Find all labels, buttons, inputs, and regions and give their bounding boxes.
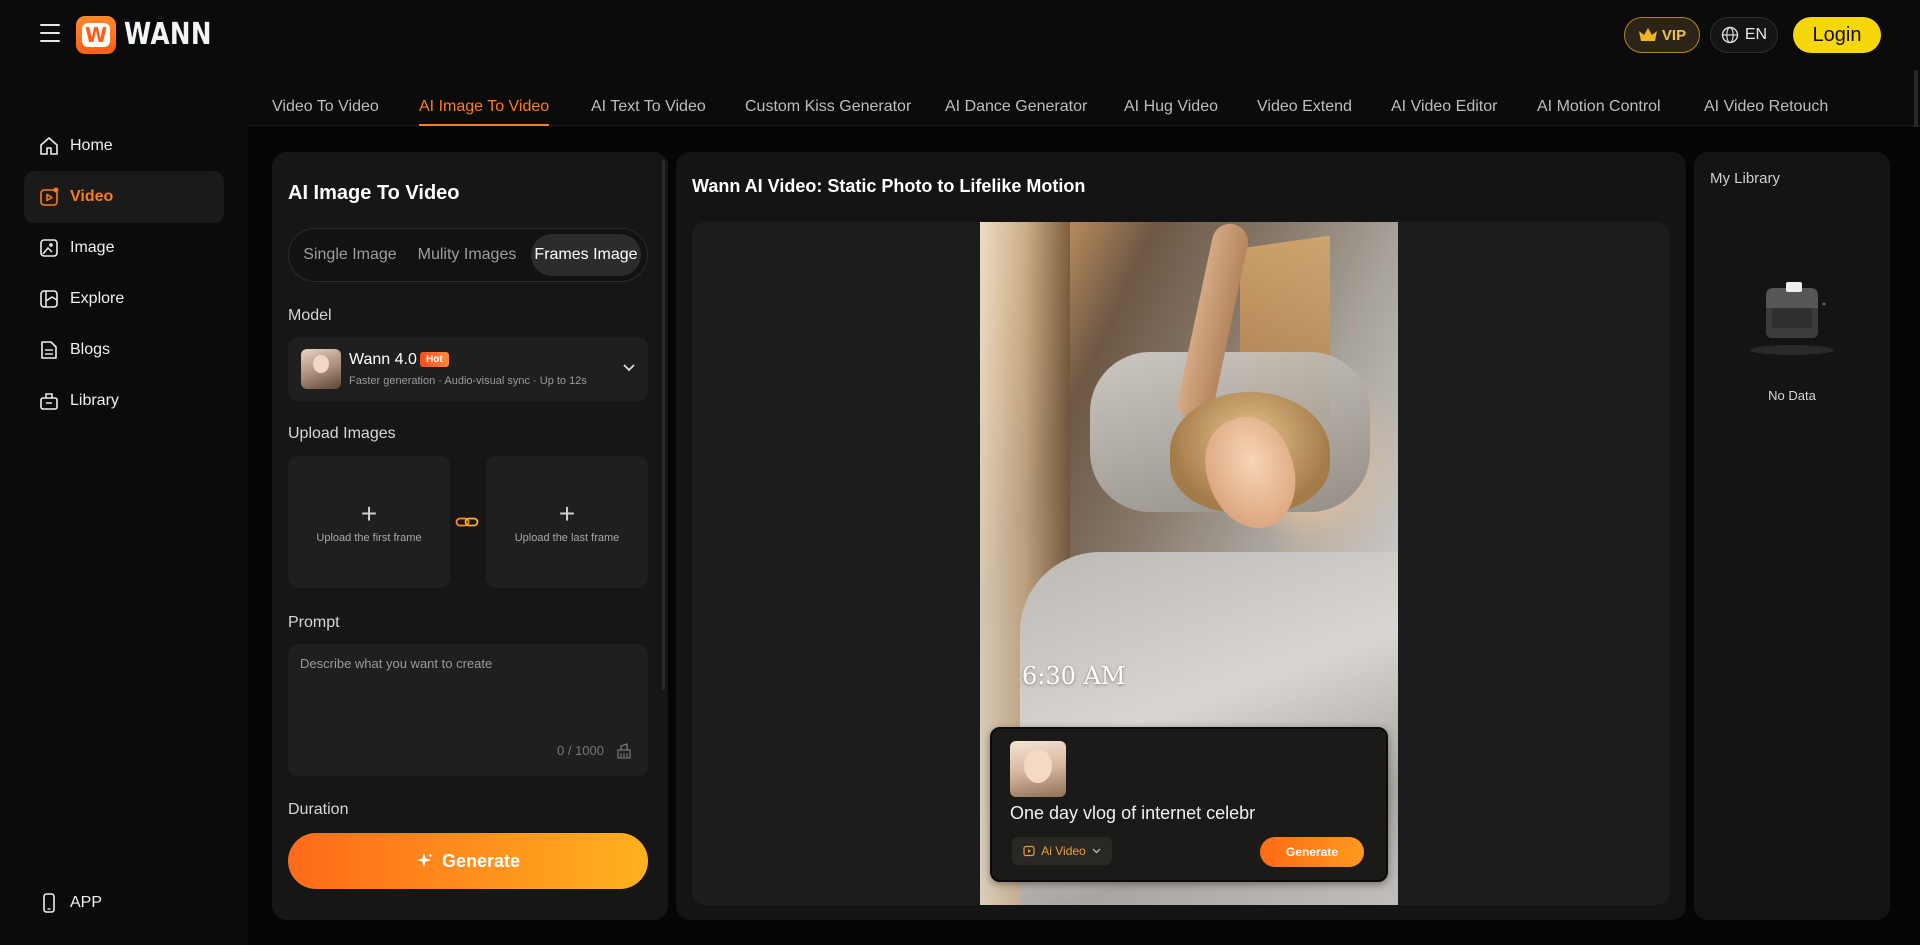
chevron-down-icon <box>623 364 635 372</box>
language-label: EN <box>1744 26 1768 43</box>
mode-single-image[interactable]: Single Image <box>295 234 405 276</box>
vip-label: VIP <box>1661 26 1687 44</box>
crown-icon <box>1638 28 1657 41</box>
preview-title: Wann AI Video: Static Photo to Lifelike … <box>692 176 1086 196</box>
page-scrollbar[interactable] <box>1914 70 1918 130</box>
home-icon <box>40 137 58 155</box>
library-title: My Library <box>1710 170 1781 187</box>
upload-first-text: Upload the first frame <box>316 532 422 544</box>
panel-scrollbar[interactable] <box>662 160 665 690</box>
video-icon <box>40 187 59 206</box>
swap-icon[interactable] <box>455 514 479 530</box>
tab-bar: Video To Video AI Image To Video AI Text… <box>248 70 1920 126</box>
language-button[interactable]: EN <box>1710 17 1778 53</box>
plus-icon: + <box>558 498 576 529</box>
video-icon <box>1023 845 1035 857</box>
tab-ai-video-editor[interactable]: AI Video Editor <box>1391 98 1497 116</box>
overlay-pill-label: Ai Video <box>1041 844 1086 858</box>
tab-ai-hug-video[interactable]: AI Hug Video <box>1124 98 1218 116</box>
vip-button[interactable]: VIP <box>1624 17 1700 53</box>
tab-ai-motion-control[interactable]: AI Motion Control <box>1537 98 1661 116</box>
chevron-down-icon <box>1092 848 1101 854</box>
upload-first-frame[interactable]: + Upload the first frame <box>288 456 450 588</box>
tab-custom-kiss-generator[interactable]: Custom Kiss Generator <box>745 98 911 116</box>
sidebar-item-home[interactable]: Home <box>24 120 224 172</box>
hot-badge: Hot <box>420 352 449 367</box>
sparkle-icon <box>416 853 433 867</box>
tab-video-to-video[interactable]: Video To Video <box>272 98 379 116</box>
model-select[interactable]: Wann 4.0 Hot Faster generation · Audio-v… <box>288 337 648 401</box>
logo-icon[interactable]: W <box>76 16 116 54</box>
sidebar-item-label: Blogs <box>70 341 111 358</box>
phone-icon <box>43 893 55 913</box>
generator-panel: AI Image To Video Single Image Mulity Im… <box>272 152 668 920</box>
sidebar: Home Video Image Explore Blogs Library A… <box>0 70 248 945</box>
clear-icon[interactable] <box>616 742 632 760</box>
tab-video-extend[interactable]: Video Extend <box>1257 98 1352 116</box>
sidebar-item-library[interactable]: Library <box>24 375 224 427</box>
sidebar-item-label: Home <box>70 137 113 154</box>
generate-button[interactable]: Generate <box>288 833 648 889</box>
tab-ai-image-to-video[interactable]: AI Image To Video <box>419 98 550 126</box>
sidebar-item-image[interactable]: Image <box>24 222 224 274</box>
prompt-container: 0 / 1000 <box>288 644 648 776</box>
sidebar-item-label: Library <box>70 392 119 409</box>
blogs-icon <box>41 341 57 359</box>
menu-icon[interactable] <box>40 24 60 44</box>
prompt-label: Prompt <box>288 614 340 631</box>
model-description: Faster generation · Audio-visual sync · … <box>349 375 587 387</box>
generate-label: Generate <box>441 850 521 871</box>
char-count: 0 / 1000 <box>557 743 604 758</box>
overlay-avatar <box>1010 741 1066 797</box>
preview-image: 6:30 AM One day vlog of internet celebr … <box>980 222 1398 905</box>
upload-last-frame[interactable]: + Upload the last frame <box>486 456 648 588</box>
model-thumbnail <box>301 349 341 389</box>
upload-last-text: Upload the last frame <box>514 532 620 544</box>
top-bar: W WANN VIP EN Login <box>0 0 1920 70</box>
duration-label: Duration <box>288 801 349 818</box>
overlay-ai-video-pill: Ai Video <box>1012 837 1112 865</box>
preview-panel: Wann AI Video: Static Photo to Lifelike … <box>676 152 1686 920</box>
sidebar-item-label: Image <box>70 239 115 256</box>
plus-icon: + <box>360 498 378 529</box>
library-panel: My Library No Data <box>1694 152 1890 920</box>
tab-ai-text-to-video[interactable]: AI Text To Video <box>591 98 706 116</box>
globe-icon <box>1721 26 1739 44</box>
brand-name[interactable]: WANN <box>124 17 212 52</box>
upload-label: Upload Images <box>288 425 396 442</box>
panel-title: AI Image To Video <box>288 182 460 204</box>
mode-selector: Single Image Mulity Images Frames Image <box>288 228 648 282</box>
explore-icon <box>40 290 58 308</box>
tab-ai-video-retouch[interactable]: AI Video Retouch <box>1704 98 1828 116</box>
image-icon <box>40 239 58 257</box>
logo-letter: W <box>82 23 110 47</box>
sidebar-item-label: APP <box>70 894 103 911</box>
overlay-text: One day vlog of internet celebr <box>1010 803 1256 823</box>
prompt-input[interactable] <box>300 656 636 736</box>
app-root: W WANN VIP EN Login Home Video Image Exp… <box>0 0 1920 945</box>
empty-state-text: No Data <box>1768 388 1816 403</box>
sidebar-item-label: Explore <box>70 290 125 307</box>
login-button[interactable]: Login <box>1793 17 1881 53</box>
overlay-generate-button: Generate <box>1260 837 1364 867</box>
sidebar-item-app[interactable]: APP <box>24 877 224 929</box>
sidebar-item-label: Video <box>70 188 114 205</box>
preview-overlay-card: One day vlog of internet celebr Ai Video… <box>990 727 1388 882</box>
preview-time: 6:30 AM <box>1022 662 1126 690</box>
preview-frame: 6:30 AM One day vlog of internet celebr … <box>692 222 1670 905</box>
sidebar-item-video[interactable]: Video <box>24 171 224 223</box>
mode-frames-image[interactable]: Frames Image <box>531 234 641 276</box>
model-label: Model <box>288 307 332 324</box>
tab-ai-dance-generator[interactable]: AI Dance Generator <box>945 98 1087 116</box>
mode-mulity-images[interactable]: Mulity Images <box>407 234 527 276</box>
empty-box-icon <box>1750 282 1834 355</box>
sidebar-item-blogs[interactable]: Blogs <box>24 324 224 376</box>
model-name: Wann 4.0 <box>349 351 417 368</box>
sidebar-item-explore[interactable]: Explore <box>24 273 224 325</box>
library-icon <box>40 393 58 410</box>
